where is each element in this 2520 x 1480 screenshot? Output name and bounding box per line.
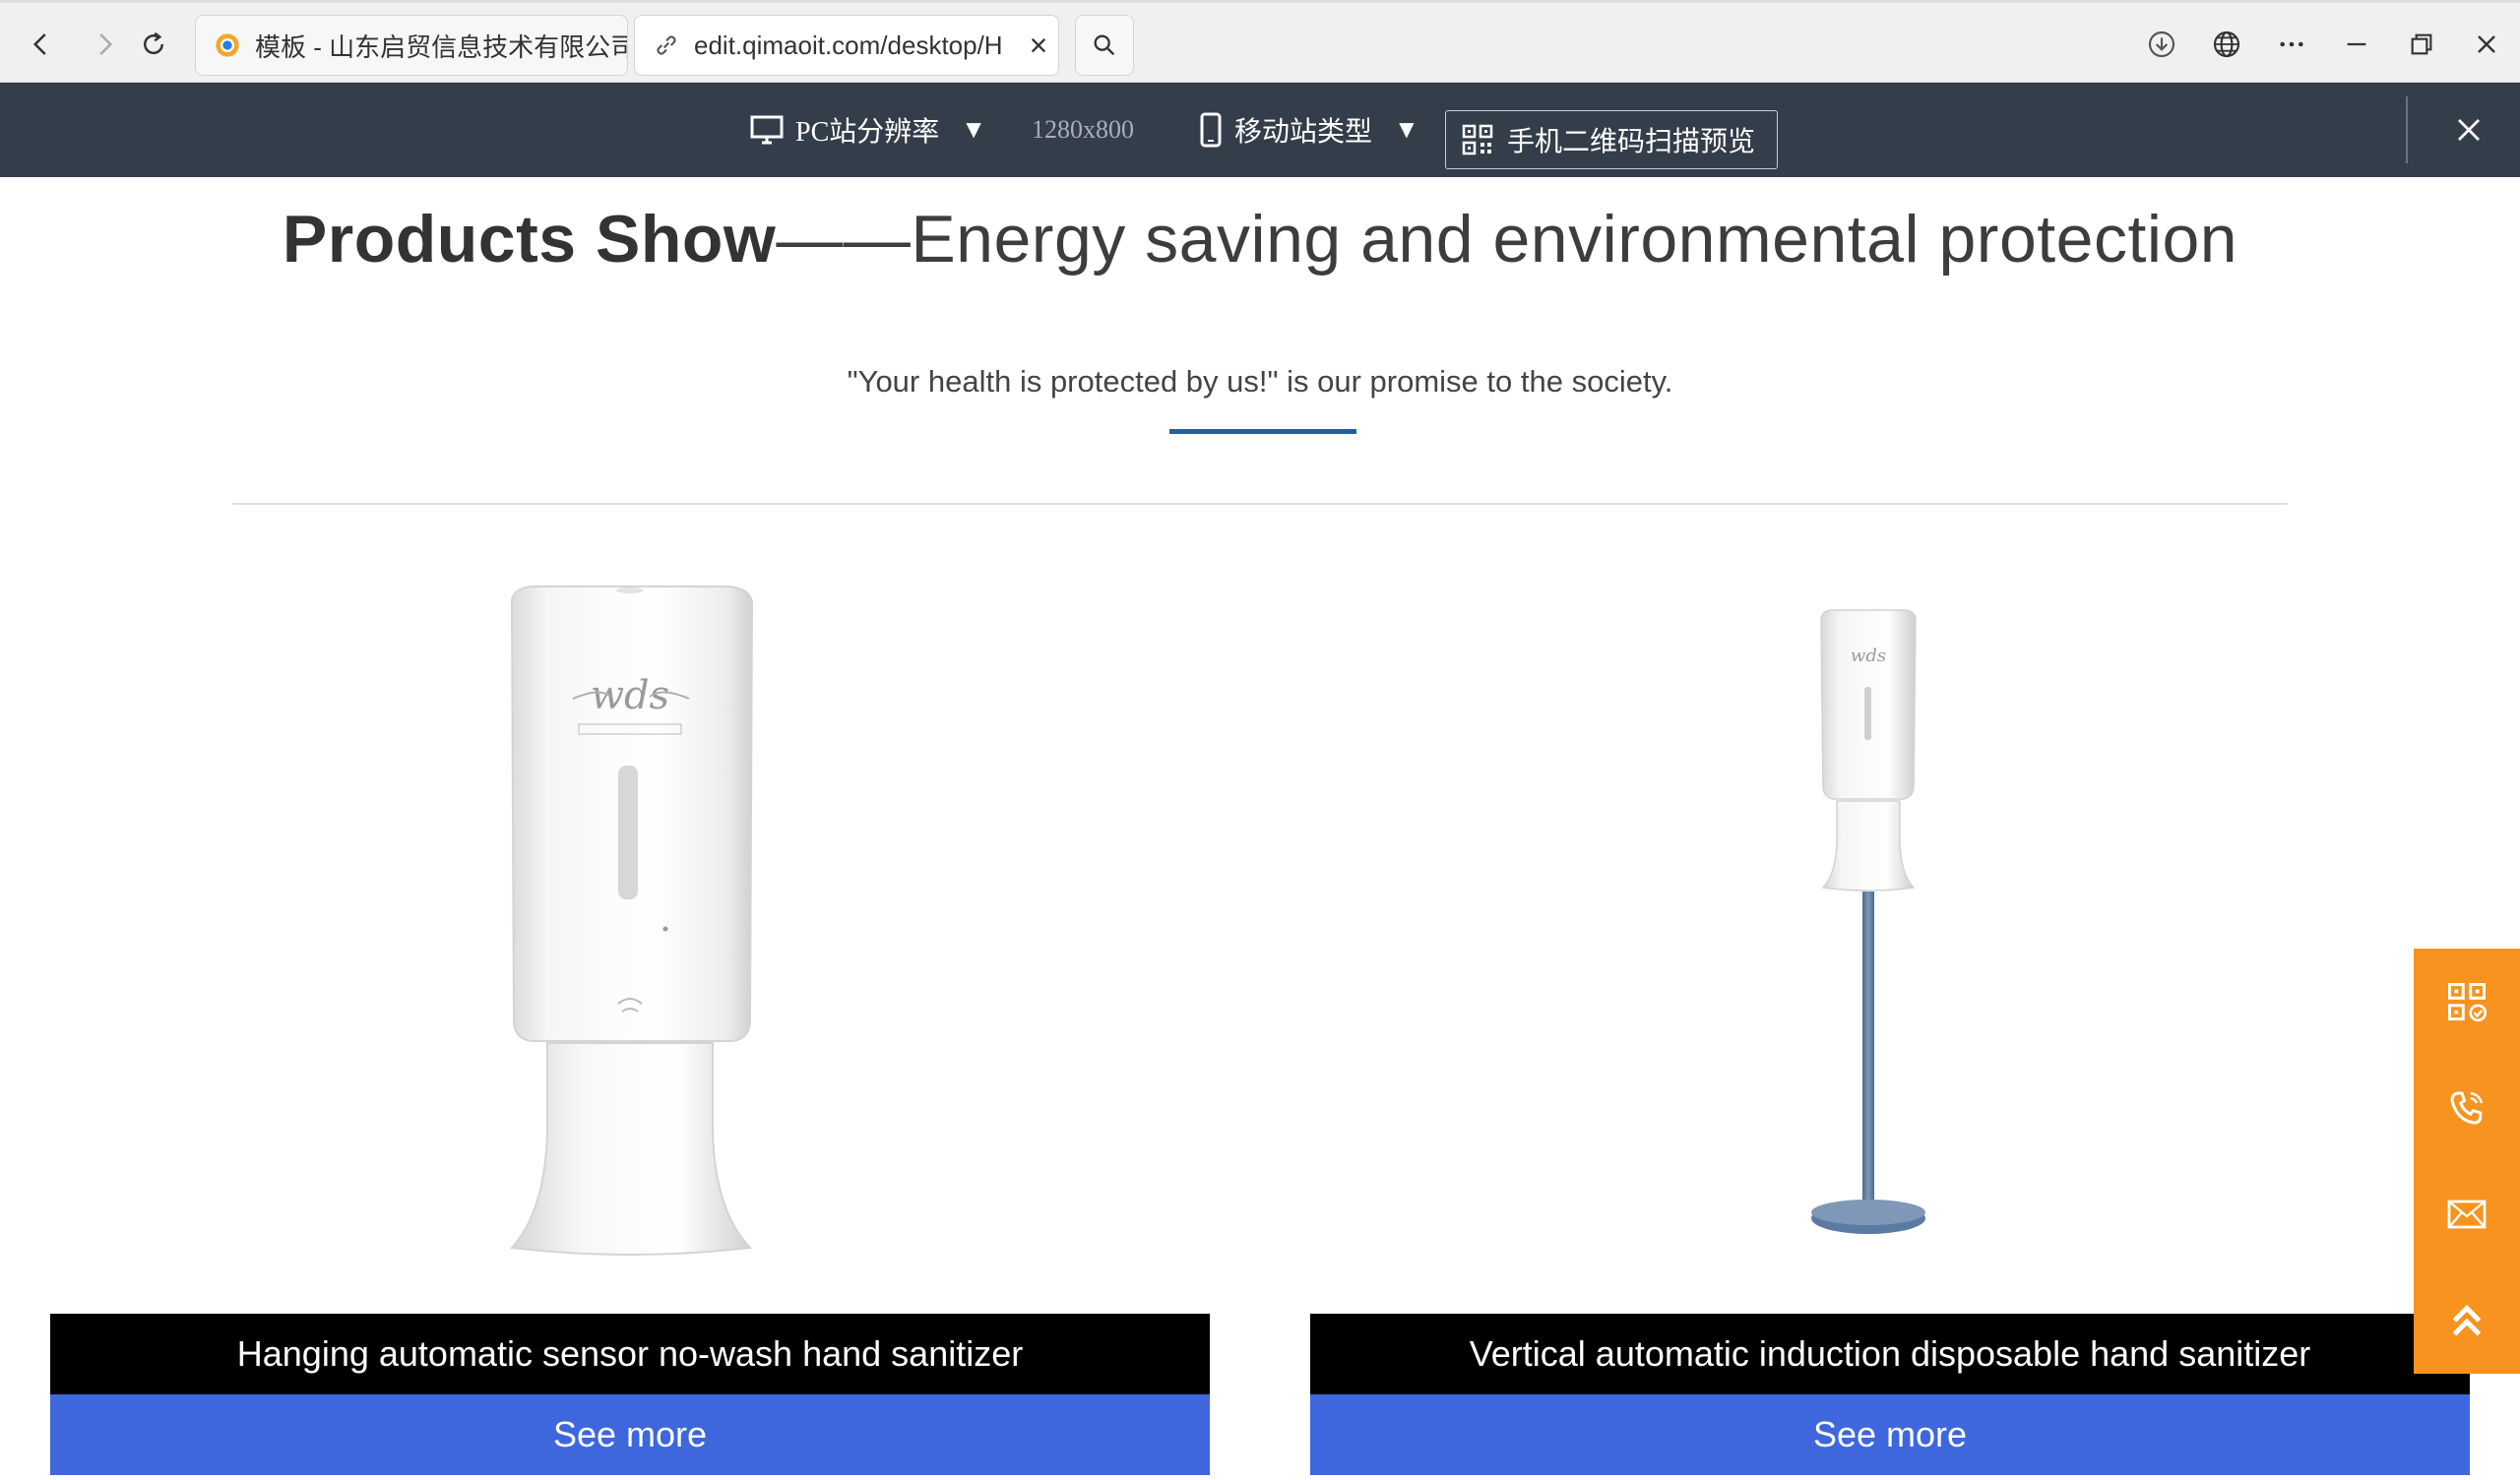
search-button[interactable] — [1075, 15, 1134, 76]
float-qr-button[interactable] — [2414, 949, 2520, 1055]
section-title-bold: Products Show — [282, 202, 777, 277]
site-favicon-icon — [216, 33, 239, 57]
back-button[interactable] — [18, 21, 65, 68]
monitor-icon — [750, 115, 784, 145]
mobile-type-dropdown[interactable]: 移动站类型 ▼ — [1199, 83, 1419, 177]
floor-stand-dispenser-image[interactable]: wds — [1801, 608, 1935, 1242]
tab-editor[interactable]: edit.qimaoit.com/desktop/H × — [634, 15, 1059, 76]
mail-icon — [2447, 1200, 2487, 1229]
back-arrow-icon — [32, 33, 46, 55]
see-more-button[interactable]: See more — [50, 1394, 1210, 1475]
dropdown-arrow-icon: ▼ — [1394, 115, 1419, 144]
restore-icon — [2411, 33, 2432, 55]
wall-dispenser-image[interactable]: wds — [492, 581, 768, 1260]
pc-resolution-value: 1280x800 — [1032, 115, 1134, 144]
toolbar-close-button[interactable] — [2441, 102, 2496, 157]
section-title: Products Show——Energy saving and environ… — [0, 201, 2520, 289]
float-mail-button[interactable] — [2414, 1161, 2520, 1267]
qr-label: 手机二维码扫描预览 — [1507, 127, 1756, 157]
float-top-button[interactable] — [2414, 1267, 2520, 1374]
translate-button[interactable] — [2205, 23, 2248, 66]
close-window-button[interactable] — [2465, 23, 2508, 66]
search-icon — [1094, 34, 1115, 56]
minimize-button[interactable] — [2335, 23, 2378, 66]
more-dots-icon — [2280, 41, 2303, 47]
globe-icon — [2213, 31, 2240, 58]
forward-button[interactable] — [81, 21, 128, 68]
wds-logo: wds — [591, 673, 669, 718]
download-button[interactable] — [2140, 23, 2183, 66]
toolbar-divider — [2406, 96, 2408, 163]
product-caption: Hanging automatic sensor no-wash hand sa… — [50, 1314, 1210, 1394]
see-more-button[interactable]: See more — [1310, 1394, 2470, 1475]
close-icon — [2478, 35, 2495, 53]
link-icon — [657, 35, 676, 55]
mobile-phone-icon — [1200, 112, 1222, 148]
tab-title: edit.qimaoit.com/desktop/H — [694, 30, 1003, 60]
qr-code-icon — [2448, 983, 2487, 1021]
pc-resolution-dropdown[interactable]: PC站分辨率 ▼ — [750, 83, 986, 177]
back-to-top-icon — [2452, 1304, 2482, 1336]
forward-arrow-icon — [99, 33, 113, 55]
preview-toolbar: PC站分辨率 ▼ 1280x800 移动站类型 ▼ 手机二维码扫描预览 — [0, 83, 2520, 177]
reload-icon — [144, 31, 164, 55]
float-phone-button[interactable] — [2414, 1055, 2520, 1161]
title-accent-bar — [1169, 429, 1356, 434]
restore-button[interactable] — [2400, 23, 2443, 66]
browser-chrome: 模板 - 山东启贸信息技术有限公司 edit.qimaoit.com/deskt… — [0, 0, 2520, 83]
minimize-icon — [2347, 42, 2366, 46]
tab-close-icon[interactable]: × — [1019, 28, 1058, 64]
section-title-rest: ——Energy saving and environmental protec… — [776, 202, 2238, 277]
floating-contact-bar — [2414, 949, 2520, 1374]
pc-label: PC站分辨率 — [795, 117, 940, 148]
more-menu-button[interactable] — [2270, 23, 2313, 66]
qr-code-icon — [1462, 124, 1493, 155]
wds-logo: wds — [1851, 646, 1886, 666]
qr-preview-button[interactable]: 手机二维码扫描预览 — [1445, 110, 1778, 169]
section-divider — [232, 503, 2288, 505]
dropdown-arrow-icon: ▼ — [961, 115, 986, 144]
reload-button[interactable] — [130, 21, 177, 68]
download-icon — [2148, 31, 2175, 58]
tab-template[interactable]: 模板 - 山东启贸信息技术有限公司 — [195, 15, 628, 76]
phone-icon — [2450, 1091, 2484, 1125]
section-subtitle: "Your health is protected by us!" is our… — [847, 364, 1673, 399]
product-caption: Vertical automatic induction disposable … — [1310, 1314, 2470, 1394]
mobile-label: 移动站类型 — [1234, 117, 1373, 148]
tab-title: 模板 - 山东启贸信息技术有限公司 — [255, 31, 627, 62]
close-icon — [2458, 119, 2480, 141]
